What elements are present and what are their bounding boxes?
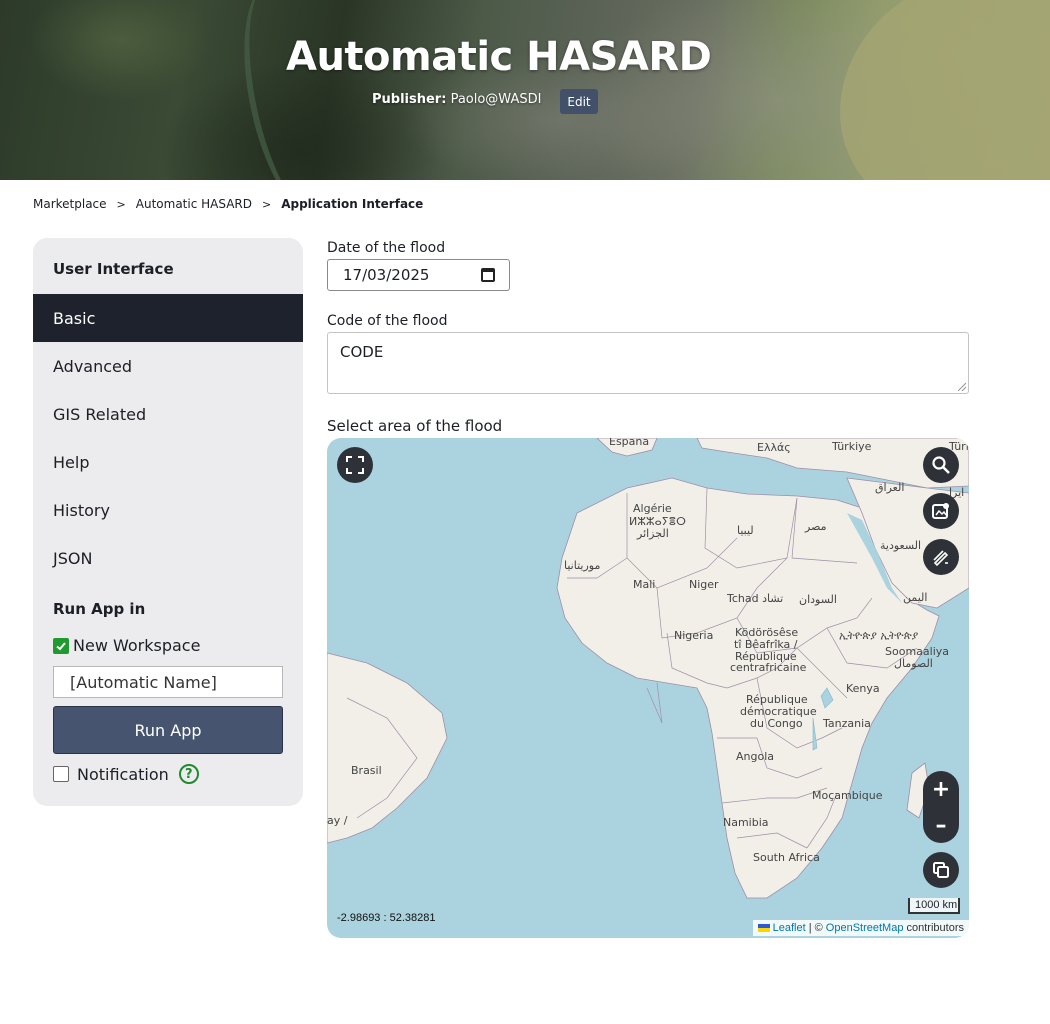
leaflet-link[interactable]: Leaflet bbox=[773, 922, 806, 934]
layers-glyph bbox=[933, 862, 949, 878]
cursor-coordinates: -2.98693 : 52.38281 bbox=[337, 912, 436, 924]
calendar-icon[interactable] bbox=[481, 268, 495, 282]
header-banner: Automatic HASARD Publisher: Paolo@WASDI … bbox=[0, 0, 1050, 180]
map-label-yemen: اليمن bbox=[903, 591, 928, 604]
draw-edit-icon[interactable] bbox=[923, 539, 959, 575]
map-label-ethiopia: ኢትዮጵያ ኢትዮጵያ bbox=[839, 629, 919, 642]
map-label-brasil: Brasil bbox=[351, 764, 382, 777]
notification-checkbox[interactable] bbox=[53, 766, 69, 782]
layers-icon[interactable] bbox=[923, 852, 959, 888]
code-label: Code of the flood bbox=[327, 313, 448, 329]
ukraine-flag-icon bbox=[757, 924, 770, 933]
publisher-label: Publisher: bbox=[372, 92, 447, 107]
search-icon[interactable] bbox=[923, 447, 959, 483]
sidebar-item-json[interactable]: JSON bbox=[33, 534, 303, 582]
map-label-algeria: Algérie bbox=[633, 502, 672, 515]
notification-row: Notification ? bbox=[53, 764, 199, 784]
publisher-info: Publisher: Paolo@WASDI bbox=[372, 92, 541, 107]
breadcrumb-separator: > bbox=[261, 197, 272, 211]
map-label-nigeria: Nigeria bbox=[674, 629, 714, 642]
map-label-libya: ليبيا bbox=[737, 524, 754, 537]
new-workspace-row: New Workspace bbox=[53, 636, 200, 655]
sidebar-item-label: JSON bbox=[53, 548, 93, 568]
app-title: Automatic HASARD bbox=[286, 34, 712, 80]
sidebar-item-help[interactable]: Help bbox=[33, 438, 303, 486]
map-attribution: Leaflet | © OpenStreetMap contributors bbox=[752, 920, 969, 936]
search-glyph bbox=[932, 456, 950, 474]
sidebar-item-advanced[interactable]: Advanced bbox=[33, 342, 303, 390]
date-label: Date of the flood bbox=[327, 240, 446, 256]
sidebar-item-label: History bbox=[53, 500, 110, 520]
code-textarea[interactable]: CODE bbox=[327, 332, 969, 394]
map-label-mali: Mali bbox=[633, 578, 656, 591]
map-label-drc-3: du Congo bbox=[750, 717, 803, 730]
map-label-somalia-arabic: الصومال bbox=[894, 657, 933, 670]
map-label-mauritania: موريتانيا bbox=[564, 559, 601, 572]
image-export-icon[interactable] bbox=[923, 493, 959, 529]
zoom-in-button[interactable]: + bbox=[923, 771, 959, 807]
sidebar-item-label: GIS Related bbox=[53, 404, 147, 424]
date-input[interactable]: 17/03/2025 bbox=[327, 259, 510, 291]
map-label-niger: Niger bbox=[689, 578, 719, 591]
checkmark-icon bbox=[56, 641, 66, 650]
edit-button[interactable]: Edit bbox=[560, 89, 598, 114]
draw-edit-glyph bbox=[933, 550, 949, 567]
sidebar-item-gis-related[interactable]: GIS Related bbox=[33, 390, 303, 438]
map-label-saudi: السعودية bbox=[880, 539, 922, 552]
map-label-turkiye: Türkiye bbox=[832, 440, 872, 453]
zoom-control: + – bbox=[923, 771, 959, 843]
fullscreen-icon[interactable] bbox=[337, 447, 373, 483]
attribution-separator: | © bbox=[808, 922, 823, 934]
run-app-in-title: Run App in bbox=[53, 600, 146, 618]
map-label-south-africa: South Africa bbox=[753, 851, 820, 864]
map[interactable]: España Ελλάς Türkiye Türk العراق ایرا Al… bbox=[327, 438, 969, 938]
sidebar-item-label: Basic bbox=[53, 308, 96, 328]
attribution-suffix: contributors bbox=[906, 922, 964, 934]
date-value: 17/03/2025 bbox=[343, 266, 430, 284]
map-label-mozambique: Moçambique bbox=[812, 789, 883, 802]
code-value: CODE bbox=[340, 343, 384, 361]
map-label-espana: España bbox=[609, 438, 650, 448]
map-label-egypt: مصر bbox=[805, 520, 827, 533]
sidebar-item-label: Advanced bbox=[53, 356, 133, 376]
zoom-out-button[interactable]: – bbox=[923, 807, 959, 843]
sidebar: User Interface Basic Advanced GIS Relate… bbox=[33, 238, 303, 806]
help-icon[interactable]: ? bbox=[178, 764, 199, 784]
fullscreen-glyph bbox=[346, 456, 364, 474]
notification-label: Notification bbox=[77, 764, 169, 784]
sidebar-item-history[interactable]: History bbox=[33, 486, 303, 534]
image-export-glyph bbox=[932, 503, 949, 519]
breadcrumb-separator: > bbox=[116, 197, 126, 211]
area-label: Select area of the flood bbox=[327, 417, 503, 435]
resize-grip-icon[interactable] bbox=[958, 383, 966, 391]
breadcrumb-current: Application Interface bbox=[281, 197, 424, 211]
map-label-angola: Angola bbox=[736, 750, 775, 763]
map-label-tanzania: Tanzania bbox=[823, 717, 871, 730]
new-workspace-label: New Workspace bbox=[73, 636, 201, 655]
map-label-algeria-arabic: الجزائر bbox=[637, 527, 669, 540]
map-label-namibia: Namibia bbox=[723, 816, 769, 829]
map-label-kenya: Kenya bbox=[846, 682, 880, 695]
map-label-chad: Tchad تشاد bbox=[727, 592, 784, 605]
sidebar-item-label: Help bbox=[53, 452, 90, 472]
map-label-iraq: العراق bbox=[875, 481, 905, 494]
breadcrumb-app[interactable]: Automatic HASARD bbox=[136, 197, 252, 211]
sidebar-item-basic[interactable]: Basic bbox=[33, 294, 303, 342]
breadcrumb-marketplace[interactable]: Marketplace bbox=[33, 197, 107, 211]
osm-link[interactable]: OpenStreetMap bbox=[826, 922, 904, 934]
scale-bar: 1000 km bbox=[908, 898, 960, 914]
publisher-name: Paolo@WASDI bbox=[450, 92, 542, 107]
map-label-car-4: centrafricaine bbox=[730, 661, 807, 674]
breadcrumb: Marketplace > Automatic HASARD > Applica… bbox=[33, 197, 423, 211]
run-app-button[interactable]: Run App bbox=[53, 706, 283, 754]
map-label-greece: Ελλάς bbox=[757, 441, 791, 454]
new-workspace-checkbox[interactable] bbox=[53, 637, 69, 654]
map-label-edge-left: ay / bbox=[327, 814, 348, 827]
map-label-sudan: السودان bbox=[799, 593, 837, 606]
workspace-name-input[interactable]: [Automatic Name] bbox=[53, 666, 283, 698]
sidebar-title: User Interface bbox=[53, 260, 174, 278]
